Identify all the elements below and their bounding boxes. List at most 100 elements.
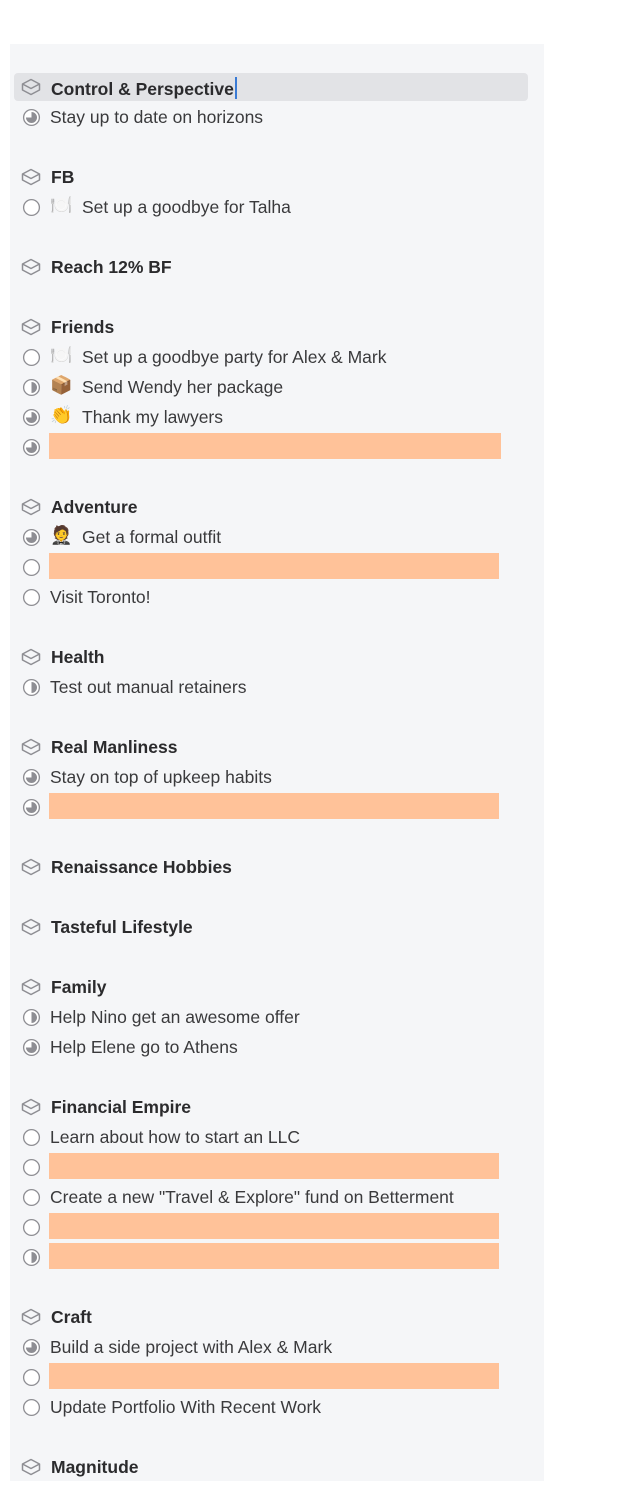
status-half-icon[interactable] xyxy=(22,1248,41,1267)
project-title: Friends xyxy=(51,317,115,337)
action-title: Test out manual retainers xyxy=(50,677,247,697)
status-empty-icon[interactable] xyxy=(22,1368,41,1387)
redacted-action-text xyxy=(49,1243,499,1269)
action-row[interactable]: 🍽️ Set up a goodbye for Talha xyxy=(10,193,544,221)
action-row[interactable]: Help Nino get an awesome offer xyxy=(10,1003,544,1031)
status-three-quarter-icon[interactable] xyxy=(22,768,41,787)
status-half-icon[interactable] xyxy=(22,378,41,397)
status-three-quarter-icon[interactable] xyxy=(22,408,41,427)
project-row[interactable]: Health xyxy=(10,643,544,671)
action-row[interactable]: Test out manual retainers xyxy=(10,673,544,701)
action-row[interactable] xyxy=(10,793,544,821)
action-row[interactable] xyxy=(10,433,544,461)
status-empty-icon[interactable] xyxy=(22,1188,41,1207)
action-title: Set up a goodbye for Talha xyxy=(82,197,291,217)
action-emoji: 🤵 xyxy=(50,525,73,546)
action-row[interactable]: Build a side project with Alex & Mark xyxy=(10,1333,544,1361)
status-three-quarter-icon[interactable] xyxy=(22,1038,41,1057)
status-three-quarter-icon[interactable] xyxy=(22,438,41,457)
action-title: Get a formal outfit xyxy=(82,527,222,547)
action-row[interactable]: Update Portfolio With Recent Work xyxy=(10,1393,544,1421)
project-title: Reach 12% BF xyxy=(51,257,172,277)
action-title: Stay on top of upkeep habits xyxy=(50,767,272,787)
project-row[interactable]: Family xyxy=(10,973,544,1001)
action-emoji: 👏 xyxy=(50,405,73,426)
project-title: Control & Perspective xyxy=(51,77,237,100)
action-row[interactable]: Create a new "Travel & Explore" fund on … xyxy=(10,1183,544,1211)
action-title: Help Nino get an awesome offer xyxy=(50,1007,300,1027)
project-row[interactable]: Craft xyxy=(10,1303,544,1331)
status-empty-icon[interactable] xyxy=(22,1398,41,1417)
project-cube-icon xyxy=(21,978,41,996)
redacted-action-text xyxy=(49,1363,499,1389)
action-row[interactable] xyxy=(10,1213,544,1241)
action-title: Learn about how to start an LLC xyxy=(50,1127,301,1147)
status-three-quarter-icon[interactable] xyxy=(22,1338,41,1357)
project-row[interactable]: Tasteful Lifestyle xyxy=(10,913,544,941)
project-row[interactable]: FB xyxy=(10,163,544,191)
project-list-panel: Control & Perspective Stay up to date on … xyxy=(10,44,544,1481)
action-row[interactable] xyxy=(10,1243,544,1271)
project-row[interactable]: Friends xyxy=(10,313,544,341)
redacted-action-text xyxy=(49,1213,499,1239)
project-row[interactable]: Control & Perspective xyxy=(10,73,544,101)
redacted-action-text xyxy=(49,793,499,819)
project-cube-icon xyxy=(21,168,41,186)
action-row[interactable] xyxy=(10,553,544,581)
action-emoji: 🍽️ xyxy=(50,345,73,366)
status-empty-icon[interactable] xyxy=(22,1128,41,1147)
project-cube-icon xyxy=(21,498,41,516)
project-cube-icon xyxy=(21,738,41,756)
action-row[interactable]: Help Elene go to Athens xyxy=(10,1033,544,1061)
project-cube-icon xyxy=(21,918,41,936)
status-half-icon[interactable] xyxy=(22,678,41,697)
status-empty-icon[interactable] xyxy=(22,198,41,217)
project-title: Tasteful Lifestyle xyxy=(51,917,193,937)
project-row[interactable]: Renaissance Hobbies xyxy=(10,853,544,881)
project-title: FB xyxy=(51,167,75,187)
action-row[interactable]: 🍽️ Set up a goodbye party for Alex & Mark xyxy=(10,343,544,371)
project-cube-icon xyxy=(21,648,41,666)
action-row[interactable]: Stay up to date on horizons xyxy=(10,103,544,131)
project-row[interactable]: Adventure xyxy=(10,493,544,521)
redacted-action-text xyxy=(49,1153,499,1179)
status-empty-icon[interactable] xyxy=(22,558,41,577)
status-three-quarter-icon[interactable] xyxy=(22,108,41,127)
project-cube-icon xyxy=(21,318,41,336)
status-empty-icon[interactable] xyxy=(22,1158,41,1177)
action-title: Set up a goodbye party for Alex & Mark xyxy=(82,347,387,367)
project-row[interactable]: Real Manliness xyxy=(10,733,544,761)
project-cube-icon xyxy=(21,258,41,276)
status-half-icon[interactable] xyxy=(22,1008,41,1027)
status-empty-icon[interactable] xyxy=(22,588,41,607)
status-empty-icon[interactable] xyxy=(22,348,41,367)
action-row[interactable]: Visit Toronto! xyxy=(10,583,544,611)
project-title: Adventure xyxy=(51,497,138,517)
project-title: Craft xyxy=(51,1307,92,1327)
project-row[interactable]: Reach 12% BF xyxy=(10,253,544,281)
text-cursor xyxy=(234,77,237,99)
action-row[interactable] xyxy=(10,1153,544,1181)
redacted-action-text xyxy=(49,433,501,459)
action-row[interactable] xyxy=(10,1363,544,1391)
project-row[interactable]: Financial Empire xyxy=(10,1093,544,1121)
project-cube-icon xyxy=(21,1308,41,1326)
project-title: Financial Empire xyxy=(51,1097,192,1117)
action-row[interactable]: 👏 Thank my lawyers xyxy=(10,403,544,431)
status-three-quarter-icon[interactable] xyxy=(22,798,41,817)
action-row[interactable]: Learn about how to start an LLC xyxy=(10,1123,544,1151)
action-title: Create a new "Travel & Explore" fund on … xyxy=(50,1187,454,1207)
status-three-quarter-icon[interactable] xyxy=(22,528,41,547)
project-row[interactable]: Magnitude xyxy=(10,1453,544,1481)
project-cube-icon xyxy=(21,1098,41,1116)
project-title: Magnitude xyxy=(51,1457,139,1477)
redacted-action-text xyxy=(49,553,499,579)
project-cube-icon xyxy=(21,858,41,876)
action-title: Thank my lawyers xyxy=(82,407,224,427)
action-row[interactable]: 📦 Send Wendy her package xyxy=(10,373,544,401)
action-title: Stay up to date on horizons xyxy=(50,107,264,127)
project-title: Health xyxy=(51,647,105,667)
action-row[interactable]: Stay on top of upkeep habits xyxy=(10,763,544,791)
action-row[interactable]: 🤵 Get a formal outfit xyxy=(10,523,544,551)
status-empty-icon[interactable] xyxy=(22,1218,41,1237)
